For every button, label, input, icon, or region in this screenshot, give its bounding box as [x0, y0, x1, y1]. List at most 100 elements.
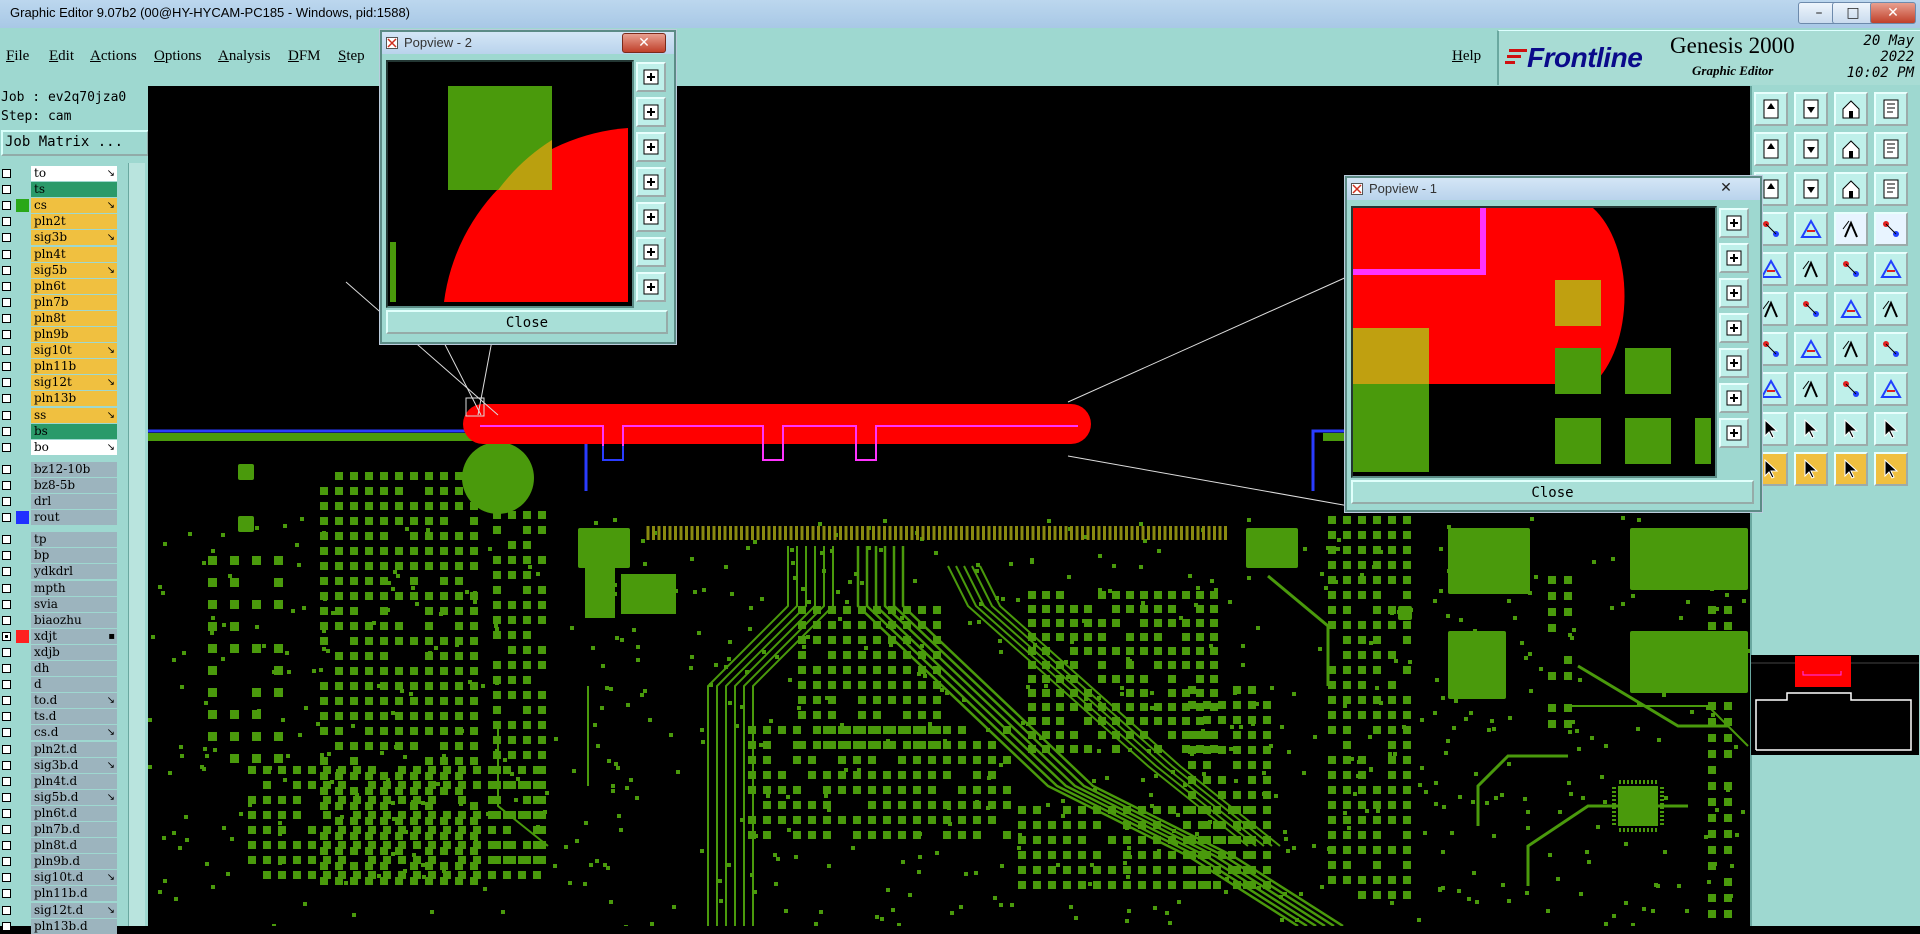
layer-name[interactable]: pln8t.d — [31, 838, 117, 854]
popview-2-view[interactable] — [386, 60, 634, 308]
popview-1-window[interactable]: Popview - 1 ✕ Close — [1345, 176, 1762, 512]
layer-row-pln2t[interactable]: pln2t — [0, 214, 118, 230]
bracket-tool-button[interactable] — [1834, 372, 1868, 406]
layer-row-bp[interactable]: bp — [0, 548, 118, 564]
layer-checkbox[interactable] — [2, 535, 11, 545]
layer-name[interactable]: sig10t.d ↘ — [31, 870, 117, 886]
popview-2-close-button[interactable]: Close — [386, 310, 668, 334]
layer-row-bz12-10b[interactable]: bz12-10b — [0, 461, 118, 477]
popview-1-close-button[interactable]: Close — [1351, 480, 1754, 504]
layer-checkbox[interactable] — [2, 615, 11, 625]
layer-name[interactable]: pln7b — [31, 294, 117, 310]
layer-name[interactable]: sig5b ↘ — [31, 262, 117, 278]
close-button[interactable]: ✕ — [1870, 2, 1916, 24]
layer-color-swatch[interactable] — [16, 807, 29, 820]
layer-color-swatch[interactable] — [16, 791, 29, 804]
layer-down-tool-button[interactable] — [1794, 92, 1828, 126]
layer-up-tool-button[interactable] — [1754, 92, 1788, 126]
flip-tool-button[interactable] — [1874, 132, 1908, 166]
layer-row-sig3b[interactable]: sig3b ↘ — [0, 230, 118, 246]
layer-checkbox[interactable] — [2, 410, 11, 420]
menu-dfm[interactable]: DFM — [288, 48, 321, 65]
tri2-tool-button[interactable] — [1794, 412, 1828, 446]
layer-name[interactable]: d — [31, 677, 117, 693]
layer-name[interactable]: xdjb — [31, 644, 117, 660]
layer-color-swatch[interactable] — [16, 549, 29, 562]
layer-name[interactable]: pln4t.d — [31, 773, 117, 789]
layer-color-swatch[interactable] — [16, 759, 29, 772]
popview-1-pan-button[interactable] — [1719, 383, 1749, 413]
layer-name[interactable]: sig10t ↘ — [31, 343, 117, 359]
layer-checkbox[interactable] — [2, 362, 11, 372]
layer-checkbox[interactable] — [2, 378, 11, 388]
layer-color-swatch[interactable] — [16, 614, 29, 627]
layer-name[interactable]: bo ↘ — [31, 439, 117, 455]
layer-color-swatch[interactable] — [16, 598, 29, 611]
layer-row-tp[interactable]: tp — [0, 532, 118, 548]
layer-checkbox[interactable] — [2, 905, 11, 915]
layer-name[interactable]: ss ↘ — [31, 407, 117, 423]
layer-scrollbar[interactable] — [128, 163, 145, 926]
layer-row-d[interactable]: d — [0, 677, 118, 693]
layer-name[interactable]: ts.d — [31, 709, 117, 725]
layer-name[interactable]: cs.d ↘ — [31, 725, 117, 741]
job-matrix-button[interactable]: Job Matrix ... — [1, 130, 149, 156]
layer-color-swatch[interactable] — [16, 582, 29, 595]
layer-name[interactable]: drl — [31, 494, 117, 509]
maximize-button[interactable]: □ — [1832, 2, 1874, 24]
grid-tool-button[interactable] — [1794, 212, 1828, 246]
layer-name[interactable]: bp — [31, 548, 117, 564]
layer-checkbox[interactable] — [2, 169, 11, 178]
popview-2-window[interactable]: Popview - 2 ✕ Close — [380, 30, 676, 344]
menu-edit[interactable]: Edit — [49, 48, 74, 65]
layer-color-swatch[interactable] — [16, 678, 29, 691]
layer-color-swatch[interactable] — [16, 199, 29, 213]
layer-name[interactable]: ts — [31, 182, 117, 198]
layer-row-ss[interactable]: ss ↘ — [0, 407, 118, 423]
layer-row-pln4t-d[interactable]: pln4t.d — [0, 773, 118, 789]
tri3-tool-button[interactable] — [1834, 412, 1868, 446]
net-red-tool-button[interactable] — [1834, 212, 1868, 246]
layer-color-swatch[interactable] — [16, 248, 29, 261]
menu-actions[interactable]: Actions — [90, 48, 137, 65]
layer-checkbox[interactable] — [2, 921, 11, 931]
layer-checkbox[interactable] — [2, 281, 11, 291]
layer-row-pln8t[interactable]: pln8t — [0, 310, 118, 326]
layer-checkbox[interactable] — [2, 825, 11, 834]
layer-row-pln11b[interactable]: pln11b — [0, 359, 118, 375]
layer-color-swatch[interactable] — [16, 710, 29, 723]
layer-row-pln9b-d[interactable]: pln9b.d — [0, 854, 118, 870]
popview-2-zoom-in-button[interactable] — [636, 62, 666, 92]
layer-row-pln2t-d[interactable]: pln2t.d — [0, 741, 118, 757]
layer-color-swatch[interactable] — [16, 183, 29, 196]
home-tool-button[interactable] — [1834, 92, 1868, 126]
pan-tool-button[interactable] — [1794, 172, 1828, 206]
layer-color-swatch[interactable] — [16, 360, 29, 373]
layer-color-swatch[interactable] — [16, 920, 29, 933]
layer-checkbox[interactable] — [2, 480, 11, 490]
popview-1-zoom-in-button[interactable] — [1719, 208, 1749, 238]
layer-name[interactable]: pln6t.d — [31, 805, 117, 821]
layer-name[interactable]: pln13b.d — [31, 918, 117, 934]
select2-tool-button[interactable] — [1794, 452, 1828, 486]
layer-checkbox[interactable] — [2, 744, 11, 754]
layer-color-swatch[interactable] — [16, 565, 29, 578]
layer-row-pln4t[interactable]: pln4t — [0, 246, 118, 262]
layer-row-pln11b-d[interactable]: pln11b.d — [0, 886, 118, 902]
popview-1-fit-window-button[interactable] — [1719, 418, 1749, 448]
layer-color-swatch[interactable] — [16, 280, 29, 293]
layer-name[interactable]: svia — [31, 596, 117, 612]
layer-color-swatch[interactable] — [16, 376, 29, 389]
layer-row-rout[interactable]: rout — [0, 510, 118, 526]
circle-tool-button[interactable] — [1874, 252, 1908, 286]
layer-color-swatch[interactable] — [16, 533, 29, 546]
layer-row-sig5b[interactable]: sig5b ↘ — [0, 262, 118, 278]
layer-checkbox[interactable] — [2, 426, 11, 436]
layer-name[interactable]: pln13b — [31, 391, 117, 407]
layer-name[interactable]: dh — [31, 661, 117, 676]
forbid-tool-button[interactable] — [1874, 332, 1908, 366]
layer-color-swatch[interactable] — [16, 839, 29, 852]
popview-2-fit-window-button[interactable] — [636, 272, 666, 302]
layer-checkbox[interactable] — [2, 776, 11, 786]
layer-name[interactable]: pln4t — [31, 246, 117, 262]
